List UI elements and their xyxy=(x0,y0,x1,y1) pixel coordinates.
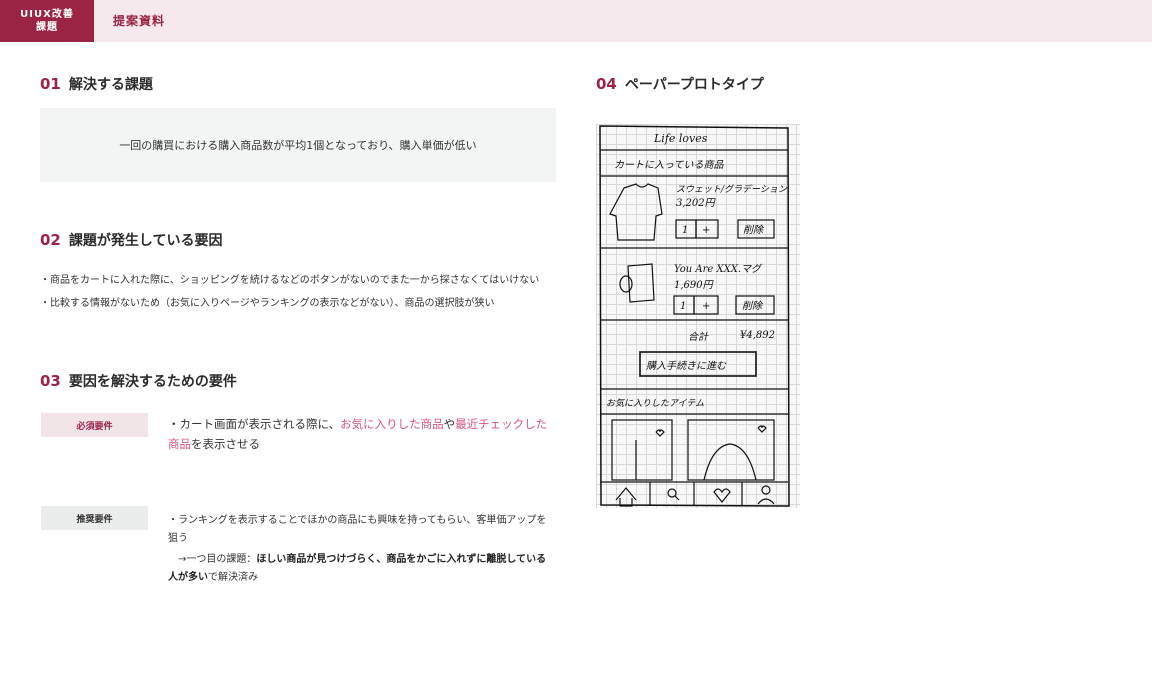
section-number: 01 xyxy=(40,75,61,93)
problem-statement: 一回の購買における購入商品数が平均1個となっており、購入単価が低い xyxy=(40,108,556,182)
sketch-item1-name: スウェット/グラデーション xyxy=(676,184,788,195)
section-number: 03 xyxy=(40,372,61,390)
required-text: ・カート画面が表示される際に、お気に入りした商品や最近チェックした商品を表示させ… xyxy=(168,414,556,454)
recommended-label: 推奨要件 xyxy=(41,506,148,530)
rec-prefix: →一つ目の課題： xyxy=(168,554,257,565)
recommended-line2: →一つ目の課題：ほしい商品が見つけづらく、商品をかごに入れずに離脱している人が多… xyxy=(168,551,556,587)
sketch-plus: + xyxy=(702,225,710,236)
section-title: ペーパープロトタイプ xyxy=(624,77,764,93)
section-number: 02 xyxy=(40,231,61,249)
required-label: 必須要件 xyxy=(41,413,148,437)
sketch-item2-price: 1,690円 xyxy=(674,280,715,291)
problem-text: 一回の購買における購入商品数が平均1個となっており、購入単価が低い xyxy=(119,139,477,152)
section-badge: UIUX改善 課題 xyxy=(0,0,94,42)
badge-line1: UIUX改善 xyxy=(20,9,74,20)
section-02-heading: 02 課題が発生している要因 xyxy=(40,230,222,250)
sketch-qty: 1 xyxy=(682,225,688,236)
recommended-line1: ・ランキングを表示することでほかの商品にも興味を持ってもらい、客単価アップを狙う xyxy=(168,515,547,544)
rec-suffix: で解決済み xyxy=(208,572,258,583)
sketch-drawing: Life loves カートに入っている商品 スウェット/グラデーション 3,2… xyxy=(599,125,790,507)
section-03-heading: 03 要因を解決するための要件 xyxy=(40,371,237,391)
sketch-total-value: ¥4,892 xyxy=(740,330,775,341)
badge-line2: 課題 xyxy=(36,22,58,33)
sketch-item2-name: You Are XXX.マグ xyxy=(674,263,763,275)
highlight-favorites: お気に入りした商品 xyxy=(340,417,444,431)
sketch-favorites: お気に入りしたアイテム xyxy=(606,398,704,409)
section-01-heading: 01 解決する課題 xyxy=(40,74,153,94)
cause-item: ・比較する情報がないため（お気に入りページやランキングの表示などがない）、商品の… xyxy=(40,298,495,309)
header-bar: UIUX改善 課題 提案資料 xyxy=(0,0,1152,42)
section-title: 解決する課題 xyxy=(68,77,153,93)
required-text-post: を表示させる xyxy=(191,437,260,451)
sketch-item1-price: 3,202円 xyxy=(676,198,717,209)
section-title: 要因を解決するための要件 xyxy=(68,374,237,390)
sketch-total-label: 合計 xyxy=(688,331,709,343)
sketch-cart-title: カートに入っている商品 xyxy=(614,159,724,171)
sketch-checkout: 購入手続きに進む xyxy=(646,360,727,372)
cause-item: ・商品をカートに入れた際に、ショッピングを続けるなどのボタンがないのでまた一から… xyxy=(40,275,540,286)
recommended-text: ・ランキングを表示することでほかの商品にも興味を持ってもらい、客単価アップを狙う… xyxy=(168,512,556,587)
header-title: 提案資料 xyxy=(113,14,166,28)
sketch-plus: + xyxy=(702,301,710,312)
sketch-delete: 削除 xyxy=(743,224,765,236)
cause-list: ・商品をカートに入れた際に、ショッピングを続けるなどのボタンがないのでまた一から… xyxy=(40,272,556,318)
sketch-qty: 1 xyxy=(680,301,686,312)
section-04-heading: 04 ペーパープロトタイプ xyxy=(596,74,764,94)
sketch-app-name: Life loves xyxy=(653,132,708,145)
paper-prototype-sketch: Life loves カートに入っている商品 スウェット/グラデーション 3,2… xyxy=(596,124,800,508)
section-title: 課題が発生している要因 xyxy=(68,233,223,249)
required-text-pre: ・カート画面が表示される際に、 xyxy=(168,417,341,431)
sketch-delete: 削除 xyxy=(742,300,764,312)
required-text-mid: や xyxy=(443,417,456,431)
section-number: 04 xyxy=(596,75,617,93)
